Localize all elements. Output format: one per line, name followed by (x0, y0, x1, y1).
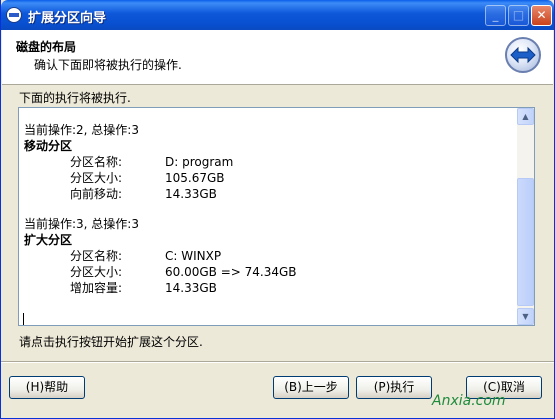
field-label: 增加容量: (70, 281, 123, 295)
field-value: 105.67GB (165, 171, 225, 185)
field-value: 14.33GB (165, 281, 217, 295)
title-bar[interactable]: 扩展分区向导 _ □ ✕ (1, 0, 554, 30)
field-value: 14.33GB (165, 187, 217, 201)
wizard-header: 磁盘的布局 确认下面即将被执行的操作. (2, 30, 553, 85)
vertical-scrollbar[interactable]: ▲ ▼ (517, 108, 534, 325)
header-title: 磁盘的布局 (16, 40, 77, 54)
operation-step: 当前操作:2, 总操作:3 (24, 123, 139, 137)
app-icon (6, 7, 22, 23)
scroll-up-button[interactable]: ▲ (517, 108, 534, 125)
double-arrow-icon (505, 37, 541, 73)
wizard-window: 扩展分区向导 _ □ ✕ 磁盘的布局 确认下面即将被执行的操作. 下面的执行将被… (0, 0, 555, 419)
close-button[interactable]: ✕ (531, 5, 552, 26)
operations-list[interactable]: 当前操作:2, 总操作:3 移动分区 分区名称: D: program 分区大小:… (18, 107, 535, 326)
text-caret (23, 313, 24, 325)
field-value: 60.00GB => 74.34GB (165, 265, 297, 279)
watermark: Anxia.com (432, 393, 506, 409)
info-label: 下面的执行将被执行. (19, 91, 131, 105)
field-label: 向前移动: (70, 187, 123, 201)
operation-name: 移动分区 (24, 139, 73, 153)
operation-field: 增加容量: 14.33GB (24, 280, 514, 296)
operation-field: 分区名称: D: program (24, 154, 514, 170)
operation-name: 扩大分区 (24, 233, 73, 247)
operation-field: 分区名称: C: WINXP (24, 248, 514, 264)
prev-button[interactable]: (B)上一步 (273, 376, 349, 399)
operation-field: 向前移动: 14.33GB (24, 186, 514, 202)
field-label: 分区名称: (70, 249, 123, 263)
field-value: C: WINXP (165, 249, 222, 263)
scroll-down-button[interactable]: ▼ (517, 308, 534, 325)
header-subtitle: 确认下面即将被执行的操作. (34, 58, 182, 72)
operations-content: 当前操作:2, 总操作:3 移动分区 分区名称: D: program 分区大小:… (24, 122, 514, 296)
minimize-button[interactable]: _ (485, 5, 506, 26)
window-title: 扩展分区向导 (28, 11, 107, 26)
operation-field: 分区大小: 60.00GB => 74.34GB (24, 264, 514, 280)
execute-button[interactable]: (P)执行 (356, 376, 432, 399)
field-value: D: program (165, 155, 234, 169)
field-label: 分区名称: (70, 155, 123, 169)
divider (1, 361, 554, 363)
hint-text: 请点击执行按钮开始扩展这个分区. (19, 335, 203, 349)
field-label: 分区大小: (70, 171, 123, 185)
scroll-thumb[interactable] (517, 178, 534, 306)
help-button[interactable]: (H)帮助 (9, 376, 85, 399)
operation-field: 分区大小: 105.67GB (24, 170, 514, 186)
maximize-button[interactable]: □ (508, 5, 529, 26)
operation-step: 当前操作:3, 总操作:3 (24, 217, 139, 231)
field-label: 分区大小: (70, 265, 123, 279)
